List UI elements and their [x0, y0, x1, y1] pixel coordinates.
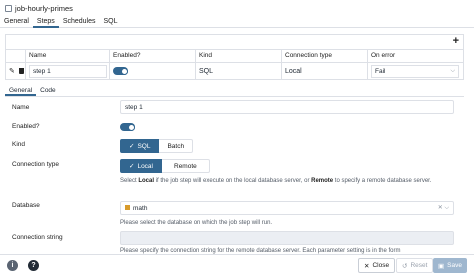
- connection-help: Select Local if the job step will execut…: [120, 177, 454, 186]
- edit-icon[interactable]: ✎: [9, 67, 15, 75]
- header-kind: Kind: [196, 50, 282, 62]
- row-enabled-toggle[interactable]: [113, 67, 128, 75]
- kind-label: Kind: [12, 141, 26, 148]
- reset-label: Reset: [410, 262, 428, 269]
- conn-help-text-3: to specify a remote database server.: [333, 178, 432, 184]
- subtab-general[interactable]: General: [5, 86, 37, 96]
- on-error-select[interactable]: Fail ⌵: [371, 64, 459, 78]
- database-value-wrap: math: [125, 204, 148, 212]
- close-icon: ✕: [364, 262, 370, 270]
- job-icon: [5, 4, 12, 12]
- check-icon: ✓: [129, 163, 135, 170]
- header-on-error: On error: [371, 52, 396, 59]
- database-help: Please select the database on which the …: [120, 220, 273, 226]
- kind-batch-button[interactable]: Batch: [159, 139, 194, 153]
- cell-enabled: [110, 63, 196, 79]
- title-bar: job-hourly-primes: [0, 0, 474, 16]
- cell-kind[interactable]: SQL: [196, 63, 282, 79]
- grid-header: Name Enabled? Kind Connection type On er…: [5, 49, 464, 62]
- plus-icon[interactable]: +: [453, 35, 459, 47]
- kind-toggle-group: ✓ SQL Batch: [120, 139, 194, 153]
- reset-icon: ↺: [402, 262, 408, 270]
- cell-name: step 1: [26, 63, 110, 79]
- database-icon: [125, 204, 130, 210]
- grid-toolbar: +: [5, 34, 464, 49]
- table-row: ✎ step 1 SQL Local Fail ⌵: [5, 62, 464, 80]
- steps-grid: + Name Enabled? Kind Connection type On …: [5, 34, 464, 80]
- window-title: job-hourly-primes: [15, 3, 73, 13]
- enabled-label: Enabled?: [12, 123, 40, 130]
- footer: i ? ✕ Close ↺ Reset ▣ Save: [0, 254, 474, 276]
- subtab-code[interactable]: Code: [36, 86, 60, 96]
- save-button[interactable]: ▣ Save: [433, 258, 467, 273]
- cell-connection-type[interactable]: Local: [282, 63, 368, 79]
- tab-sql[interactable]: SQL: [100, 16, 122, 28]
- help-icon[interactable]: ?: [28, 260, 39, 271]
- conn-help-text-1: Select: [120, 178, 139, 184]
- check-icon: ✓: [129, 143, 135, 150]
- header-actions: [6, 50, 26, 62]
- database-value: math: [133, 204, 148, 212]
- close-label: Close: [372, 262, 390, 269]
- name-label: Name: [12, 104, 30, 111]
- tab-general[interactable]: General: [0, 16, 33, 28]
- tab-schedules[interactable]: Schedules: [59, 16, 100, 28]
- connection-type-label: Connection type: [12, 161, 59, 168]
- enabled-toggle[interactable]: [120, 123, 135, 131]
- connection-string-label: Connection string: [12, 234, 63, 241]
- conn-help-text-2: if the job step will execute on the loca…: [154, 178, 312, 184]
- header-connection-type: Connection type: [282, 50, 368, 62]
- connection-remote-button[interactable]: Remote: [162, 159, 210, 173]
- close-button[interactable]: ✕ Close: [358, 258, 396, 273]
- chevron-down-icon: ⌵: [450, 67, 455, 74]
- tab-steps[interactable]: Steps: [32, 16, 59, 28]
- connection-local-button[interactable]: ✓ Local: [120, 159, 162, 173]
- kind-sql-button[interactable]: ✓ SQL: [120, 139, 160, 153]
- save-label: Save: [447, 262, 462, 269]
- on-error-value: Fail: [375, 67, 386, 75]
- info-icon[interactable]: i: [7, 260, 18, 271]
- save-icon: ▣: [438, 262, 445, 270]
- reset-button[interactable]: ↺ Reset: [396, 258, 434, 273]
- conn-help-local: Local: [138, 178, 155, 184]
- kind-sql-label: SQL: [137, 142, 151, 150]
- connection-toggle-group: ✓ Local Remote: [120, 159, 210, 173]
- step-subtabs: General Code: [5, 86, 464, 97]
- name-field[interactable]: step 1: [120, 100, 454, 114]
- database-select[interactable]: math ✕ ⌵: [120, 201, 454, 215]
- database-label: Database: [12, 202, 40, 209]
- row-name-input[interactable]: step 1: [29, 64, 107, 78]
- connection-remote-label: Remote: [174, 162, 197, 170]
- connection-string-field: [120, 231, 454, 245]
- kind-batch-label: Batch: [167, 142, 185, 150]
- tab-bar: General Steps Schedules SQL: [0, 16, 474, 28]
- clear-chevron-icon[interactable]: ✕ ⌵: [438, 204, 449, 212]
- row-actions: ✎: [6, 63, 26, 79]
- conn-help-remote: Remote: [311, 178, 334, 184]
- header-name: Name: [26, 50, 110, 62]
- header-enabled: Enabled?: [110, 50, 196, 62]
- delete-icon[interactable]: [18, 68, 24, 74]
- cell-on-error: Fail ⌵: [368, 63, 463, 79]
- connection-local-label: Local: [137, 162, 153, 170]
